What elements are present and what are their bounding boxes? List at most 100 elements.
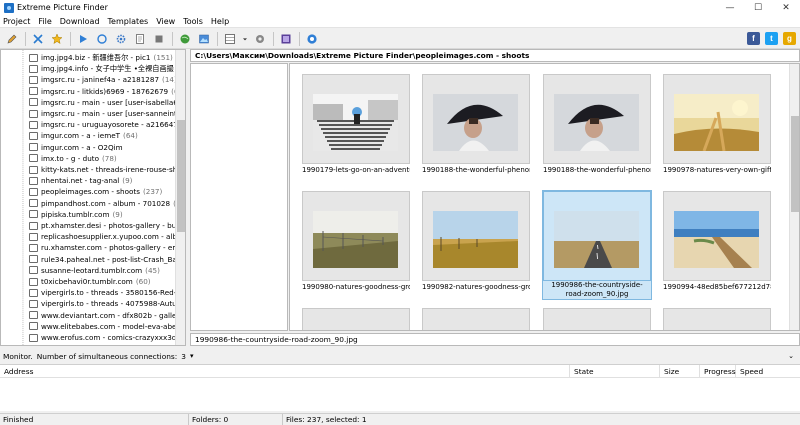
tree-item-label: img.jpg4.biz - 新疆维吾尔 - pic1 xyxy=(41,52,151,62)
folder-icon xyxy=(29,210,38,219)
image-viewer-button[interactable] xyxy=(196,31,212,47)
menu-templates[interactable]: Templates xyxy=(104,15,153,28)
menu-project[interactable]: Project xyxy=(0,15,34,28)
tree-item[interactable]: ru.xhamster.com - photos-gallery - emeli… xyxy=(29,242,177,253)
tree-item[interactable]: img.jpg4.info - 女子中学生 •全裸自画撮り - p xyxy=(29,63,177,74)
thumbnail[interactable]: 1990188-the-wonderful-phenomenon-... xyxy=(543,74,651,182)
tree-item[interactable]: imgsrc.ru - main - user [user-sanneintve… xyxy=(29,108,177,119)
connections-dropdown-icon[interactable]: ▾ xyxy=(190,352,194,360)
subfolder-list[interactable] xyxy=(190,63,288,331)
download-list[interactable]: Address State Size Progress Speed xyxy=(0,364,800,411)
grid-scrollbar-thumb[interactable] xyxy=(791,116,799,212)
settings-button[interactable] xyxy=(252,31,268,47)
tools-button[interactable] xyxy=(30,31,46,47)
tree-item[interactable]: t0xicbehavi0r.tumblr.com (60) xyxy=(29,276,177,287)
tree-item-label: www.elitebabes.com - model-eva-abel xyxy=(41,321,177,331)
tree-item[interactable]: nhentai.net - tag-anal (9) xyxy=(29,175,177,186)
thumbnail[interactable]: 1990994-48ed85bef677212d787332... xyxy=(663,191,771,299)
window-title: Extreme Picture Finder xyxy=(17,3,108,12)
tree-connector-lines xyxy=(22,50,24,345)
tree-item[interactable]: www.erofus.com - comics-crazyxxx3dworld-… xyxy=(29,332,177,343)
tree-scrollbar-thumb[interactable] xyxy=(177,120,185,232)
thumbnail[interactable]: 1990986-the-countryside-road-zoom_90.jpg xyxy=(542,190,652,300)
thumbnail-placeholder[interactable] xyxy=(663,308,771,330)
menu-tools[interactable]: Tools xyxy=(179,15,207,28)
tree-item[interactable]: vipergirls.to - threads - 4075988-Autumn… xyxy=(29,298,177,309)
tree-item[interactable]: susanne-leotard.tumblr.com (45) xyxy=(29,265,177,276)
close-button[interactable]: ✕ xyxy=(772,0,800,15)
thumbnail[interactable]: 1990188-the-wonderful-phenomenon-... xyxy=(422,74,530,182)
gear-button[interactable] xyxy=(113,31,129,47)
tree-item[interactable]: replicashoesupplier.x.yupoo.com - albums… xyxy=(29,231,177,242)
tree-scrollbar[interactable] xyxy=(175,50,185,345)
tree-item[interactable]: imgsrc.ru - uruguayosorete - a2166471(29… xyxy=(29,119,177,130)
play-icon xyxy=(80,34,87,43)
tree-item[interactable]: img.jpg4.biz - 新疆维吾尔 - pic1 (151) xyxy=(29,52,177,63)
community-icon[interactable]: g xyxy=(783,32,796,45)
stop-button[interactable] xyxy=(151,31,167,47)
tree-item[interactable]: www.deviantart.com - dfx802b - gallery(9… xyxy=(29,310,177,321)
menu-file[interactable]: File xyxy=(34,15,55,28)
thumbnail-grid[interactable]: 1990179-lets-go-on-an-adventure-zo... 199… xyxy=(289,63,800,331)
tree-item[interactable]: pt.xhamster.desi - photos-gallery - bust… xyxy=(29,220,177,231)
gallery-icon xyxy=(281,34,291,43)
tree-item[interactable]: imgsrc.ru - janinef4a - a2181287 (14) xyxy=(29,74,177,85)
tree-item[interactable]: peopleimages.com - shoots (237) xyxy=(29,186,177,197)
log-button[interactable] xyxy=(132,31,148,47)
view-mode-button[interactable] xyxy=(222,31,238,47)
tree-item-label: imgsrc.ru - janinef4a - a2181287 xyxy=(41,75,160,85)
twitter-icon[interactable]: t xyxy=(765,32,778,45)
thumbnail[interactable]: 1990980-natures-goodness-grows-her... xyxy=(302,191,410,299)
minimize-button[interactable]: — xyxy=(716,0,744,15)
refresh-button[interactable] xyxy=(94,31,110,47)
tree-item[interactable]: pimpandhost.com - album - 701028(57) xyxy=(29,198,177,209)
tree-item[interactable]: rule34.paheal.net - post-list-Crash_Band… xyxy=(29,254,177,265)
menu-view[interactable]: View xyxy=(152,15,179,28)
menu-download[interactable]: Download xyxy=(56,15,104,28)
folder-icon xyxy=(29,288,38,297)
column-address[interactable]: Address xyxy=(0,365,570,378)
refresh-icon xyxy=(97,33,107,44)
tree-item-count: (237) xyxy=(142,187,163,197)
tree-item-label: vipergirls.to - threads - 4075988-Autumn… xyxy=(41,299,177,309)
column-progress[interactable]: Progress xyxy=(700,365,736,378)
edit-project-button[interactable] xyxy=(4,31,20,47)
thumbnail[interactable]: 1990978-natures-very-own-gift-to-hu... xyxy=(663,74,771,182)
tree-item[interactable]: imgsrc.ru - main - user [user-isabella66… xyxy=(29,97,177,108)
thumbnail-placeholder[interactable] xyxy=(543,308,651,330)
column-speed[interactable]: Speed xyxy=(736,365,800,378)
collapse-monitor-icon[interactable]: ⌄ xyxy=(788,352,794,360)
gallery-button[interactable] xyxy=(278,31,294,47)
tree-item[interactable]: vipergirls.to - threads - 3580156-Red-Fo… xyxy=(29,287,177,298)
thumbnail[interactable]: 1990179-lets-go-on-an-adventure-zo... xyxy=(302,74,410,182)
tree-item[interactable]: kitty-kats.net - threads-irene-rouse-sha… xyxy=(29,164,177,175)
tree-item[interactable]: imgsrc.ru - litkids)6969 - 18762679(0) xyxy=(29,86,177,97)
tree-item-label: imgsrc.ru - uruguayosorete - a2166471 xyxy=(41,120,177,130)
thumbnail-frame xyxy=(302,308,410,330)
tree-item[interactable]: imx.to - g - duto (78) xyxy=(29,153,177,164)
browser-button[interactable] xyxy=(177,31,193,47)
tree-item[interactable]: imgur.com - a - O2Qim xyxy=(29,142,177,153)
tree-item[interactable]: www.elitebabes.com - model-eva-abel(41) xyxy=(29,321,177,332)
thumbnail[interactable]: 1990982-natures-goodness-grows-her... xyxy=(422,191,530,299)
folder-icon xyxy=(29,131,38,140)
tree-item[interactable]: imgur.com - a - iemeT (64) xyxy=(29,130,177,141)
star-button[interactable] xyxy=(49,31,65,47)
facebook-icon[interactable]: f xyxy=(747,32,760,45)
help-button[interactable] xyxy=(304,31,320,47)
connections-value[interactable]: 3 xyxy=(181,352,186,361)
tree-item[interactable]: pipiska.tumblr.com (9) xyxy=(29,209,177,220)
status-folders: Folders: 0 xyxy=(189,413,283,425)
start-button[interactable] xyxy=(75,31,91,47)
thumbnail-placeholder[interactable] xyxy=(302,308,410,330)
thumbnail-caption: 1990188-the-wonderful-phenomenon-... xyxy=(422,166,530,174)
grid-scrollbar[interactable] xyxy=(789,64,799,330)
stop-icon xyxy=(155,35,163,42)
thumbnail-placeholder[interactable] xyxy=(422,308,530,330)
maximize-button[interactable]: ☐ xyxy=(744,0,772,15)
column-size[interactable]: Size xyxy=(660,365,700,378)
menu-help[interactable]: Help xyxy=(207,15,233,28)
project-tree[interactable]: img.jpg4.biz - 新疆维吾尔 - pic1 (151) img.jpg4… xyxy=(0,49,186,346)
view-mode-dropdown[interactable] xyxy=(241,31,249,47)
column-state[interactable]: State xyxy=(570,365,660,378)
